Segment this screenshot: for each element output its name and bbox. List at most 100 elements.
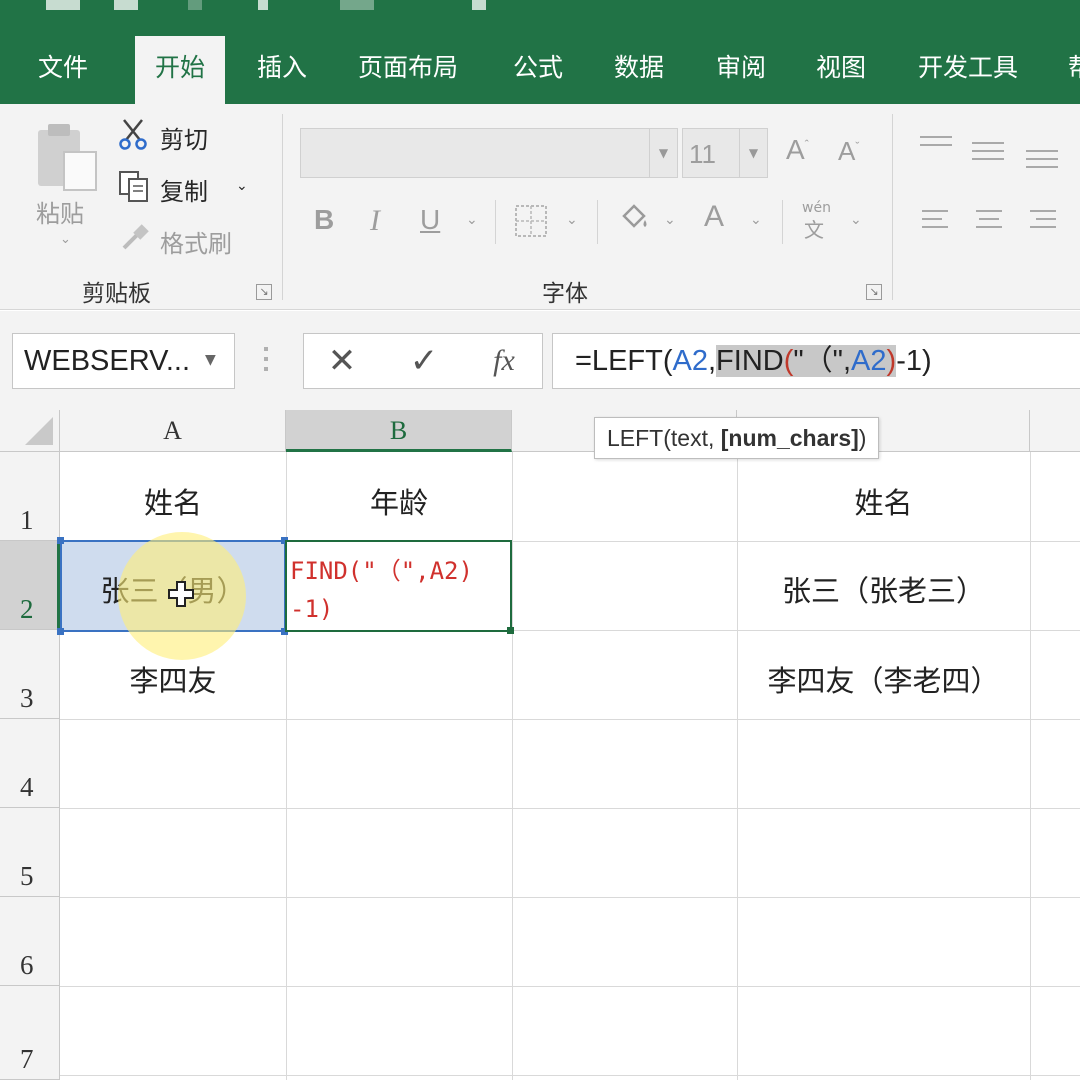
formula-paren: ) [886,345,897,377]
column-header-b[interactable]: B [286,410,512,452]
enter-icon[interactable]: ✓ [402,334,446,388]
ribbon-home: 粘贴 ⌄ 剪切 复制 ⌄ 格式刷 剪贴板 ↘ ▼ 11 ▼ Aˆ Aˇ B I … [0,104,1080,393]
decrease-font-size-icon[interactable]: Aˇ [838,136,859,167]
copy-label: 复制 [160,178,208,206]
underline-dropdown-icon[interactable]: ⌄ [466,212,478,228]
phonetic-guide-button[interactable]: wén 文 [798,200,838,244]
cell-d1[interactable]: 姓名 [737,480,1030,522]
tab-data[interactable]: 数据 [614,46,664,90]
tooltip-suffix: ) [858,425,867,451]
cell-a1[interactable]: 姓名 [60,480,286,522]
align-bottom-icon[interactable] [1026,148,1058,172]
cell-d3[interactable]: 李四友（李老四） [737,658,1030,700]
increase-font-size-icon[interactable]: Aˆ [786,134,809,166]
cut-label: 剪切 [160,126,208,154]
copy-icon [119,171,148,202]
formula-input[interactable]: =LEFT(A2,FIND("（",A2)-1) [552,333,1080,389]
align-left-icon[interactable] [922,208,954,232]
tab-review[interactable]: 审阅 [716,46,766,90]
font-size-dropdown-icon[interactable]: ▼ [739,129,767,177]
column-header-e[interactable] [1030,410,1080,452]
borders-icon[interactable] [514,204,548,238]
redo-icon[interactable] [258,0,268,10]
tab-help[interactable]: 帮 [1068,46,1080,90]
row-header-4[interactable]: 4 [0,719,60,808]
borders-dropdown-icon[interactable]: ⌄ [566,212,578,228]
row-header-5[interactable]: 5 [0,808,60,897]
row-header-2[interactable]: 2 [0,541,60,630]
align-center-icon[interactable] [976,208,1008,232]
tooltip-current-argument[interactable]: [num_chars] [721,425,859,451]
align-middle-icon[interactable] [972,140,1004,164]
select-all-button[interactable] [0,410,60,452]
formula-bar-area: WEBSERV... ▼ ✕ ✓ fx =LEFT(A2,FIND("（",A2… [0,311,1080,410]
cancel-icon[interactable]: ✕ [320,334,364,388]
cell-b1[interactable]: 年龄 [286,480,512,522]
phonetic-dropdown-icon[interactable]: ⌄ [850,212,862,228]
toolbar-divider [782,200,783,244]
bold-button[interactable]: B [314,204,334,236]
align-right-icon[interactable] [1030,208,1062,232]
italic-button[interactable]: I [370,204,380,238]
font-dialog-launcher-icon[interactable]: ↘ [866,284,882,300]
print-preview-icon[interactable] [340,0,374,10]
font-color-button[interactable]: A [704,200,724,234]
clipboard-dialog-launcher-icon[interactable]: ↘ [256,284,272,300]
row-header-7[interactable]: 7 [0,986,60,1080]
quick-access-toolbar-icons[interactable] [46,0,80,10]
format-painter-button[interactable]: 格式刷 [118,220,268,260]
paste-button[interactable]: 粘贴 ⌄ [30,118,104,258]
gridline [60,1075,1080,1076]
font-size-value: 11 [689,139,716,169]
tab-home[interactable]: 开始 [135,36,226,104]
tab-page-layout[interactable]: 页面布局 [358,46,458,90]
font-name-dropdown-icon[interactable]: ▼ [649,129,677,177]
save-icon[interactable] [114,0,138,10]
cell-d2[interactable]: 张三（张老三） [737,568,1030,610]
copy-button[interactable]: 复制 ⌄ [118,168,258,208]
row-number: 1 [20,505,34,535]
range-handle[interactable] [57,628,64,635]
tab-view[interactable]: 视图 [816,46,866,90]
cell-a3[interactable]: 李四友 [60,658,286,700]
align-top-icon[interactable] [920,134,952,158]
formula-bar-grip-icon[interactable] [264,347,270,377]
undo-icon[interactable] [188,0,202,10]
gridline [60,986,1080,987]
fill-handle[interactable] [507,627,514,634]
tab-formulas[interactable]: 公式 [513,46,563,90]
font-group-label: 字体 [542,281,588,307]
cut-button[interactable]: 剪切 [118,116,228,156]
font-size-combo[interactable]: 11 ▼ [682,128,768,178]
name-box-dropdown-icon[interactable]: ▼ [205,352,216,368]
fill-color-icon[interactable] [616,202,650,236]
cell-b2-edit-text[interactable]: FIND("（",A2) -1) [290,552,473,628]
row-number: 6 [20,950,34,980]
toolbar-divider [597,200,598,244]
formula-function: FIND [716,345,784,377]
select-all-icon [25,417,53,445]
row-header-3[interactable]: 3 [0,630,60,719]
clipboard-group-label: 剪贴板 [82,281,151,307]
formula-text: -1) [896,345,932,377]
scissors-icon [119,119,147,150]
font-color-dropdown-icon[interactable]: ⌄ [750,212,762,228]
row-header-1[interactable]: 1 [0,452,60,541]
insert-function-icon[interactable]: fx [480,334,528,388]
brush-icon [122,224,149,250]
font-name-combo[interactable]: ▼ [300,128,678,178]
cell-select-cursor-icon [168,581,194,607]
tab-insert[interactable]: 插入 [257,46,307,90]
copy-dropdown-icon[interactable]: ⌄ [236,178,248,194]
paste-dropdown-icon[interactable]: ⌄ [60,232,71,247]
range-handle[interactable] [57,537,64,544]
tab-developer[interactable]: 开发工具 [918,46,1018,90]
customize-qat-icon[interactable] [472,0,486,10]
tab-file[interactable]: 文件 [38,46,88,90]
fill-color-dropdown-icon[interactable]: ⌄ [664,212,676,228]
formula-ref: A2 [672,345,708,377]
column-header-a[interactable]: A [60,410,286,452]
name-box[interactable]: WEBSERV... [12,333,235,389]
row-header-6[interactable]: 6 [0,897,60,986]
underline-button[interactable]: U [420,204,440,236]
